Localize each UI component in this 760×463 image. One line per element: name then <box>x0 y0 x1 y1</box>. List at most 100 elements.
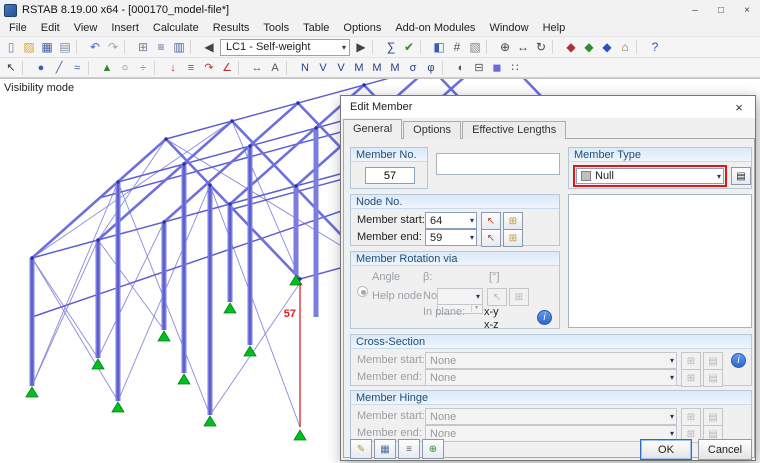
list-button[interactable]: ≡ <box>398 439 420 459</box>
menu-table[interactable]: Table <box>296 20 336 37</box>
panel-icon[interactable]: ▥ <box>170 38 188 56</box>
menu-file[interactable]: File <box>2 20 34 37</box>
print-icon[interactable]: ▤ <box>56 38 74 56</box>
result-phi-icon[interactable]: φ <box>422 59 440 77</box>
nodal-load-icon[interactable]: ↓ <box>164 59 182 77</box>
menu-options[interactable]: Options <box>336 20 388 37</box>
hinge-start-combo[interactable]: None ▾ <box>425 408 677 425</box>
menu-edit[interactable]: Edit <box>34 20 67 37</box>
dimension-icon[interactable]: ↔ <box>248 59 266 77</box>
new-node-icon[interactable]: ● <box>32 59 50 77</box>
tab-effective-lengths[interactable]: Effective Lengths <box>462 121 567 139</box>
view-z-icon[interactable]: ◆ <box>598 38 616 56</box>
settings-button[interactable]: ⊕ <box>422 439 444 459</box>
menu-tools[interactable]: Tools <box>256 20 296 37</box>
pick-end-node-button[interactable]: ↖ <box>481 229 501 247</box>
comment-icon[interactable]: A <box>266 59 284 77</box>
result-n-icon[interactable]: N <box>296 59 314 77</box>
navigator-icon[interactable]: ≡ <box>152 38 170 56</box>
isometric-view-icon[interactable]: ⌂ <box>616 38 634 56</box>
cs-end-edit-button[interactable]: ▤ <box>703 369 723 387</box>
dialog-close-icon[interactable]: × <box>723 96 755 118</box>
new-end-node-button[interactable]: ⊞ <box>503 229 523 247</box>
rendering-icon[interactable]: ◼ <box>488 59 506 77</box>
result-vy-icon[interactable]: V <box>314 59 332 77</box>
check-model-icon[interactable]: ✔ <box>400 38 418 56</box>
menu-help[interactable]: Help <box>536 20 573 37</box>
view-x-icon[interactable]: ◆ <box>562 38 580 56</box>
cs-start-info-button[interactable]: i <box>731 353 746 368</box>
divide-member-icon[interactable]: ÷ <box>134 59 152 77</box>
menu-insert[interactable]: Insert <box>104 20 146 37</box>
zoom-icon[interactable]: ⊕ <box>496 38 514 56</box>
move-view-icon[interactable]: ↔ <box>514 38 532 56</box>
moment-load-icon[interactable]: ↷ <box>200 59 218 77</box>
grid-icon[interactable]: ∷ <box>506 59 524 77</box>
new-start-node-button[interactable]: ⊞ <box>503 212 523 230</box>
tab-general[interactable]: General <box>343 119 403 139</box>
hinge-start-edit-button[interactable]: ▤ <box>703 408 723 426</box>
cancel-button[interactable]: Cancel <box>698 439 752 460</box>
tab-options[interactable]: Options <box>403 121 462 139</box>
minimize-button[interactable]: – <box>682 0 708 20</box>
visibility-icon[interactable]: ◐ <box>452 59 470 77</box>
new-member-icon[interactable]: ╱ <box>50 59 68 77</box>
new-file-icon[interactable]: ▯ <box>2 38 20 56</box>
result-vz-icon[interactable]: V <box>332 59 350 77</box>
close-button[interactable]: × <box>734 0 760 20</box>
new-help-node-button[interactable]: ⊞ <box>509 288 529 306</box>
pointer-icon[interactable]: ↖ <box>2 59 20 77</box>
hinge-icon[interactable]: ○ <box>116 59 134 77</box>
menu-window[interactable]: Window <box>482 20 535 37</box>
cs-end-combo[interactable]: None ▾ <box>425 369 677 386</box>
ok-button[interactable]: OK <box>640 439 692 460</box>
clipping-icon[interactable]: ⊟ <box>470 59 488 77</box>
angle-radio[interactable] <box>357 286 368 297</box>
help-node-combo[interactable]: ▾ <box>437 288 483 305</box>
result-my-icon[interactable]: M <box>368 59 386 77</box>
member-no-input[interactable] <box>365 167 415 184</box>
menu-calculate[interactable]: Calculate <box>146 20 206 37</box>
next-load-case-icon[interactable]: ▶ <box>352 38 370 56</box>
member-type-combo[interactable]: Null ▾ <box>576 168 724 184</box>
member-type-library-button[interactable]: ▤ <box>731 167 751 185</box>
new-member-set-icon[interactable]: ≈ <box>68 59 86 77</box>
hinge-start-new-button[interactable]: ⊞ <box>681 408 701 426</box>
result-mt-icon[interactable]: M <box>350 59 368 77</box>
help-icon[interactable]: ? <box>646 38 664 56</box>
maximize-button[interactable]: □ <box>708 0 734 20</box>
save-icon[interactable]: ▦ <box>38 38 56 56</box>
result-sigma-icon[interactable]: σ <box>404 59 422 77</box>
panel-toggle-icon[interactable]: ▧ <box>466 38 484 56</box>
support-icon[interactable]: ▲ <box>98 59 116 77</box>
redo-icon[interactable]: ↷ <box>104 38 122 56</box>
tables-icon[interactable]: ⊞ <box>134 38 152 56</box>
spin-down-icon[interactable]: ▼ <box>471 305 481 312</box>
menu-addon-modules[interactable]: Add-on Modules <box>388 20 482 37</box>
cs-end-new-button[interactable]: ⊞ <box>681 369 701 387</box>
menu-results[interactable]: Results <box>206 20 257 37</box>
cs-start-edit-button[interactable]: ▤ <box>703 352 723 370</box>
imperfection-icon[interactable]: ∠ <box>218 59 236 77</box>
member-load-icon[interactable]: ≡ <box>182 59 200 77</box>
node-no-group: Node No. Member start: 64 ▾ ↖ ⊞ Member e… <box>350 194 560 247</box>
cs-start-combo[interactable]: None ▾ <box>425 352 677 369</box>
result-values-icon[interactable]: # <box>448 38 466 56</box>
menu-view[interactable]: View <box>67 20 105 37</box>
load-case-combo[interactable]: LC1 - Self-weight ▾ <box>220 38 350 56</box>
rotation-info-button[interactable]: i <box>537 310 552 325</box>
previous-load-case-icon[interactable]: ◀ <box>200 38 218 56</box>
view-y-icon[interactable]: ◆ <box>580 38 598 56</box>
library-button[interactable]: ▦ <box>374 439 396 459</box>
show-results-icon[interactable]: ◧ <box>430 38 448 56</box>
open-file-icon[interactable]: ▨ <box>20 38 38 56</box>
calculate-icon[interactable]: ∑ <box>382 38 400 56</box>
result-mz-icon[interactable]: M <box>386 59 404 77</box>
member-start-node-combo[interactable]: 64 ▾ <box>425 212 477 229</box>
rotate-view-icon[interactable]: ↻ <box>532 38 550 56</box>
pick-start-node-button[interactable]: ↖ <box>481 212 501 230</box>
comment-button[interactable]: ✎ <box>350 439 372 459</box>
undo-icon[interactable]: ↶ <box>86 38 104 56</box>
cs-start-new-button[interactable]: ⊞ <box>681 352 701 370</box>
member-end-node-combo[interactable]: 59 ▾ <box>425 229 477 246</box>
